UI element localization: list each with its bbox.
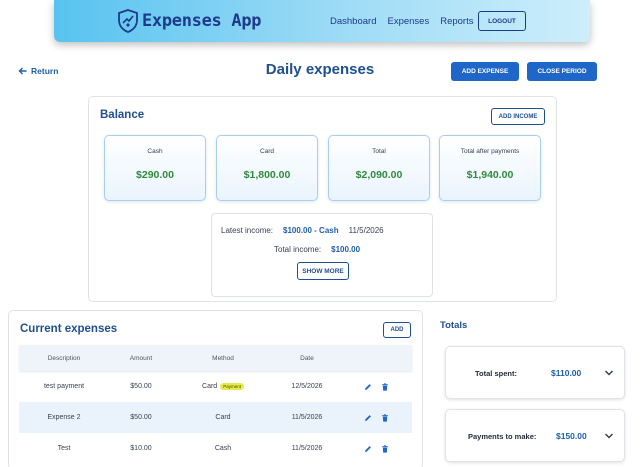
method-text: Cash [214, 445, 232, 452]
cell-amount: $10.00 [130, 445, 152, 452]
column-header-date[interactable]: Date [273, 355, 341, 362]
cell-actions [341, 444, 412, 453]
stat-label: Card [259, 148, 275, 155]
latest-income-label: Latest income: [221, 226, 274, 235]
table-row: Test $10.00 Cash 11/5/2026 [19, 433, 412, 464]
column-header-amount[interactable]: Amount [109, 355, 173, 362]
stat-value: $1,800.00 [243, 169, 291, 181]
total-spent-card[interactable]: Total spent: $110.00 [445, 346, 625, 399]
cell-method: Card [173, 414, 273, 421]
latest-income-value: $100.00 - Cash [283, 226, 339, 235]
cell-method: Cash [173, 445, 273, 452]
cell-actions [341, 413, 412, 422]
expenses-table: Description Amount Method Date test paym… [19, 345, 412, 464]
show-more-button[interactable]: SHOW MORE [297, 262, 349, 280]
column-header-description[interactable]: Description [19, 355, 109, 362]
pencil-icon[interactable] [364, 383, 372, 391]
cell-date: 12/5/2026 [291, 383, 323, 390]
cell-description: test payment [43, 383, 85, 390]
payment-badge: Payment [220, 383, 244, 390]
payments-to-make-card[interactable]: Payments to make: $150.00 [445, 409, 625, 462]
cell-amount: $50.00 [130, 414, 152, 421]
balance-title: Balance [100, 109, 145, 121]
column-header-method[interactable]: Method [173, 355, 273, 362]
add-expense-button[interactable]: ADD EXPENSE [451, 62, 519, 81]
total-spent-label: Total spent: [475, 369, 517, 378]
pencil-icon[interactable] [364, 445, 372, 453]
close-period-button[interactable]: CLOSE PERIOD [527, 62, 597, 81]
stat-cash: Cash $290.00 [104, 135, 206, 201]
top-navbar: Expenses App Dashboard Expenses Reports … [54, 0, 590, 42]
nav-links: Dashboard Expenses Reports [330, 16, 473, 27]
total-income-row: Total income: $100.00 [274, 245, 360, 254]
total-income-value: $100.00 [331, 245, 361, 254]
payments-to-make-label: Payments to make: [468, 432, 537, 441]
stat-value: $2,090.00 [355, 169, 403, 181]
table-row: Expense 2 $50.00 Card 11/5/2026 [19, 402, 412, 433]
cell-description: Expense 2 [47, 414, 81, 421]
method-text: Card [215, 414, 231, 421]
chevron-down-icon[interactable] [604, 432, 614, 440]
total-spent-value: $110.00 [551, 368, 582, 378]
cell-date: 11/5/2026 [291, 445, 323, 452]
totals-title: Totals [440, 320, 468, 331]
cell-date: 11/5/2026 [291, 414, 323, 421]
method-text: Card [202, 383, 218, 390]
trash-icon[interactable] [381, 444, 389, 453]
table-header: Description Amount Method Date [19, 345, 412, 371]
nav-link-dashboard[interactable]: Dashboard [330, 16, 376, 27]
pencil-icon[interactable] [364, 414, 372, 422]
stat-label: Total [372, 148, 386, 155]
trash-icon[interactable] [381, 382, 389, 391]
stat-label: Cash [147, 148, 163, 155]
chevron-down-icon[interactable] [604, 369, 614, 377]
stat-total-after-payments: Total after payments $1,940.00 [439, 135, 541, 201]
stat-label: Total after payments [460, 148, 520, 155]
cell-amount: $50.00 [130, 383, 152, 390]
payments-to-make-value: $150.00 [556, 431, 587, 441]
cell-description: Test [57, 445, 71, 452]
nav-link-expenses[interactable]: Expenses [387, 16, 429, 27]
current-expenses-card: Current expenses ADD Description Amount … [8, 310, 423, 467]
trash-icon[interactable] [381, 413, 389, 422]
latest-income-row: Latest income: $100.00 - Cash 11/5/2026 [221, 226, 384, 235]
nav-link-reports[interactable]: Reports [440, 16, 473, 27]
stat-value: $290.00 [136, 169, 174, 181]
logout-button[interactable]: LOGOUT [478, 11, 526, 31]
current-expenses-title: Current expenses [20, 323, 118, 335]
add-income-button[interactable]: ADD INCOME [491, 108, 545, 125]
table-row: test payment $50.00 Card Payment 12/5/20… [19, 371, 412, 402]
stat-value: $1,940.00 [466, 169, 514, 181]
total-income-label: Total income: [274, 245, 322, 254]
brand-name: Expenses App [142, 11, 262, 31]
cell-method: Card Payment [173, 383, 273, 390]
add-button[interactable]: ADD [383, 322, 411, 338]
brand[interactable]: Expenses App [118, 9, 262, 33]
balance-card: Balance ADD INCOME Cash $290.00 Card $1,… [88, 96, 557, 302]
latest-income-date: 11/5/2026 [348, 226, 384, 235]
income-summary: Latest income: $100.00 - Cash 11/5/2026 … [211, 213, 433, 297]
shield-logo-icon [118, 9, 138, 33]
stat-total: Total $2,090.00 [328, 135, 430, 201]
stat-card: Card $1,800.00 [216, 135, 318, 201]
cell-actions [341, 382, 412, 391]
